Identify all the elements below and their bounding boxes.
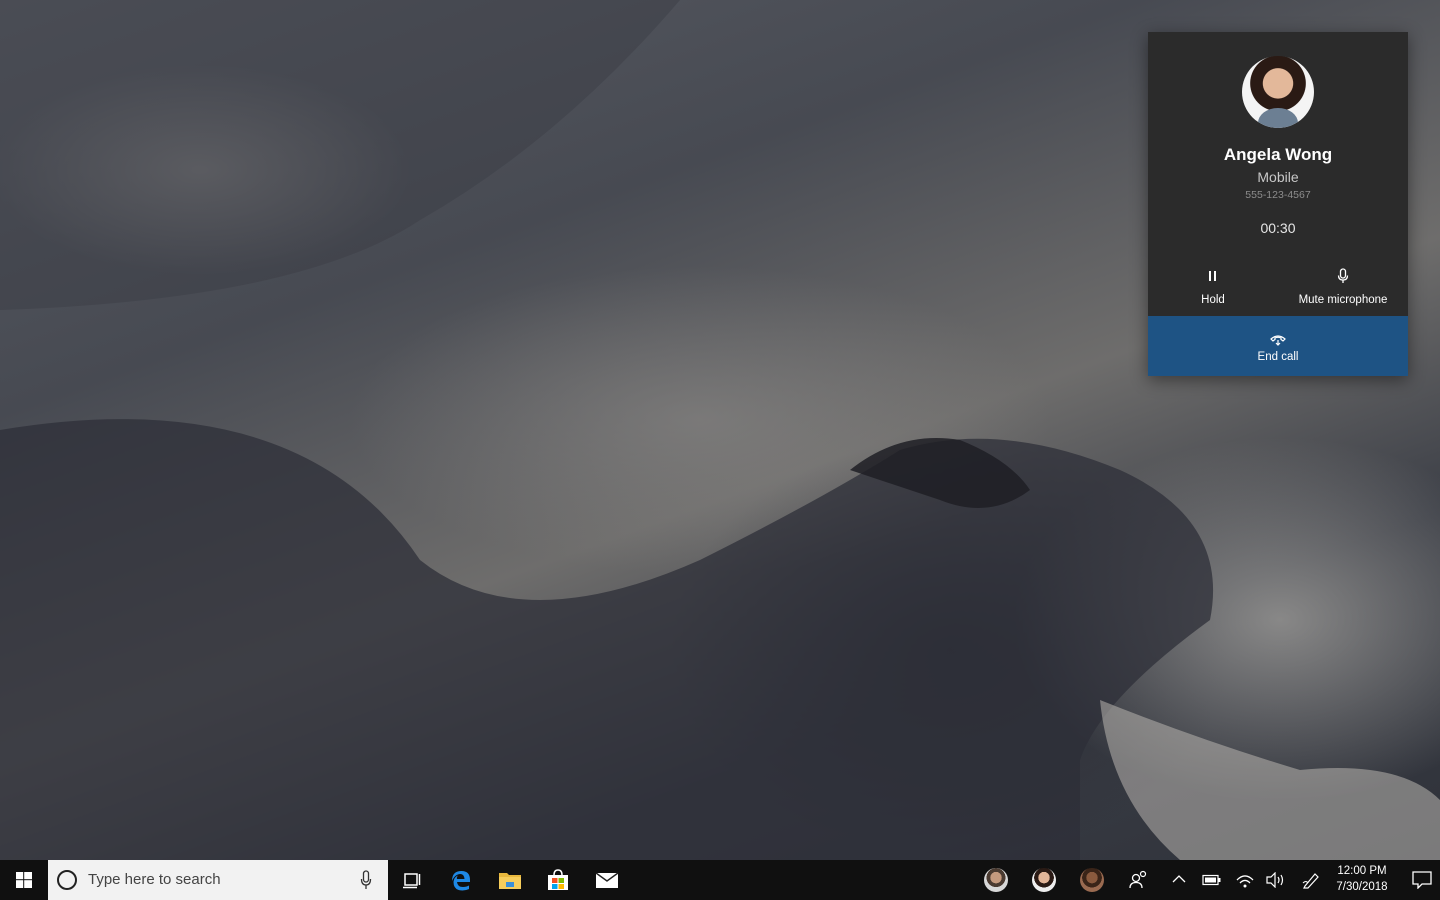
caller-avatar xyxy=(1242,56,1314,128)
notification-icon xyxy=(1412,871,1432,889)
end-call-label: End call xyxy=(1257,351,1299,363)
pause-icon xyxy=(1178,268,1248,288)
taskbar: Type here to search 12:00 PM 7/30/2018 xyxy=(0,860,1440,900)
store-icon xyxy=(548,869,568,890)
mute-label: Mute microphone xyxy=(1298,294,1388,306)
system-clock[interactable]: 12:00 PM 7/30/2018 xyxy=(1328,863,1396,895)
task-view-button[interactable] xyxy=(388,860,436,900)
file-explorer-icon xyxy=(499,873,521,889)
search-box[interactable]: Type here to search xyxy=(48,860,388,900)
windows-ink-pen-icon[interactable] xyxy=(1302,871,1322,889)
caller-phone-number: 555-123-4567 xyxy=(1245,189,1311,201)
clock-time: 12:00 PM xyxy=(1337,865,1387,877)
cortana-icon xyxy=(57,870,77,890)
search-microphone-icon[interactable] xyxy=(360,870,372,890)
windows-logo-icon xyxy=(16,872,32,888)
start-button[interactable] xyxy=(0,860,48,900)
clock-date: 7/30/2018 xyxy=(1336,881,1388,893)
edge-icon xyxy=(452,871,470,891)
call-timer: 00:30 xyxy=(1260,220,1296,236)
people-contact-2[interactable] xyxy=(1032,868,1056,892)
battery-icon[interactable] xyxy=(1202,874,1222,886)
caller-name: Angela Wong xyxy=(1223,145,1333,164)
wifi-icon[interactable] xyxy=(1236,872,1254,888)
action-center-button[interactable] xyxy=(1404,860,1440,900)
mail-icon xyxy=(595,872,619,888)
hold-label: Hold xyxy=(1201,294,1225,306)
end-call-button[interactable]: End call xyxy=(1148,316,1408,376)
hold-button[interactable]: Hold xyxy=(1178,268,1248,308)
caller-phone-type: Mobile xyxy=(1257,169,1299,185)
people-icon[interactable] xyxy=(1128,870,1150,890)
search-placeholder: Type here to search xyxy=(88,871,221,888)
hang-up-icon xyxy=(1148,316,1408,346)
volume-icon[interactable] xyxy=(1266,872,1286,888)
file-explorer-button[interactable] xyxy=(486,860,534,900)
call-toast: Angela Wong Mobile 555-123-4567 00:30 Ho… xyxy=(1148,32,1408,376)
people-contact-3[interactable] xyxy=(1080,868,1104,892)
edge-button[interactable] xyxy=(437,860,485,900)
store-button[interactable] xyxy=(534,860,582,900)
people-contact-1[interactable] xyxy=(984,868,1008,892)
mail-button[interactable] xyxy=(583,860,631,900)
show-hidden-icons-chevron-icon[interactable] xyxy=(1172,874,1186,884)
microphone-icon xyxy=(1284,268,1402,288)
task-view-icon xyxy=(403,873,421,889)
mute-microphone-button[interactable]: Mute microphone xyxy=(1284,268,1402,308)
